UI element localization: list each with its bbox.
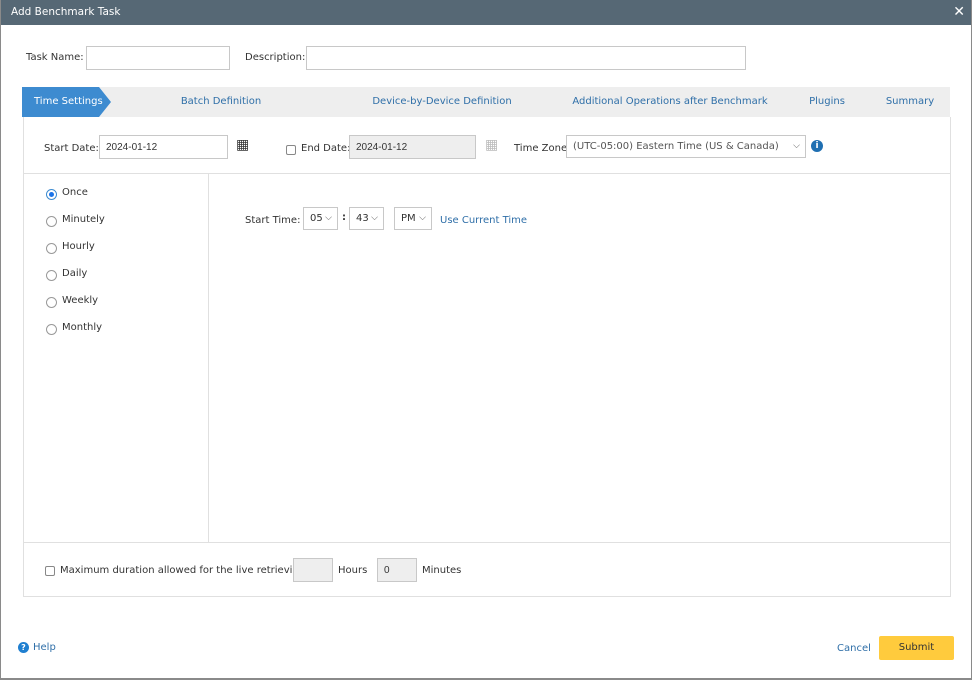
radio-label: Daily (62, 268, 88, 279)
radio-label: Weekly (62, 295, 99, 306)
time-settings-panel: Start Date: ▦ End Date: ▦ Time Zone: (UT… (23, 117, 951, 597)
radio-label: Minutely (62, 214, 105, 225)
cancel-button[interactable]: Cancel (837, 643, 871, 654)
hour-select[interactable]: 05 ⌵ (303, 207, 338, 230)
radio-label: Monthly (62, 322, 103, 333)
divider (24, 173, 950, 174)
radio-hourly[interactable] (46, 243, 57, 254)
radio-daily[interactable] (46, 270, 57, 281)
time-zone-label: Time Zone: (514, 143, 571, 154)
tab-label: Plugins (809, 96, 845, 107)
minute-select[interactable]: 43 ⌵ (349, 207, 384, 230)
end-date-input[interactable] (349, 135, 476, 159)
chevron-down-icon: ⌵ (419, 213, 426, 223)
hour-value: 05 (310, 213, 323, 224)
tab-additional-operations[interactable]: Additional Operations after Benchmark (542, 87, 798, 117)
use-current-time-link[interactable]: Use Current Time (440, 215, 527, 226)
description-input[interactable] (306, 46, 746, 70)
tab-label: Additional Operations after Benchmark (572, 96, 768, 107)
ampm-select[interactable]: PM ⌵ (394, 207, 432, 230)
info-icon[interactable]: i (811, 140, 823, 152)
radio-label: Hourly (62, 241, 95, 252)
close-icon[interactable]: ✕ (953, 0, 965, 25)
tab-summary[interactable]: Summary (856, 87, 950, 117)
tab-label: Device-by-Device Definition (372, 96, 512, 107)
minute-value: 43 (356, 213, 369, 224)
start-date-label: Start Date: (44, 143, 99, 154)
hours-input[interactable] (293, 558, 333, 582)
end-date-label: End Date: (301, 143, 351, 154)
hours-label: Hours (338, 565, 368, 576)
dialog-titlebar: Add Benchmark Task ✕ (1, 0, 971, 25)
radio-weekly[interactable] (46, 297, 57, 308)
chevron-down-icon: ⌵ (793, 141, 800, 151)
chevron-down-icon: ⌵ (325, 213, 332, 223)
dialog-title: Add Benchmark Task (11, 6, 121, 18)
divider (208, 174, 209, 542)
minutes-label: Minutes (422, 565, 462, 576)
tab-label: Batch Definition (180, 96, 262, 107)
radio-minutely[interactable] (46, 216, 57, 227)
submit-button[interactable]: Submit (879, 636, 954, 660)
help-link[interactable]: ? Help (18, 642, 56, 653)
max-duration-checkbox[interactable] (45, 566, 55, 576)
description-label: Description: (245, 52, 306, 63)
max-duration-label: Maximum duration allowed for the live re… (60, 565, 309, 576)
help-icon: ? (18, 642, 29, 653)
radio-once[interactable] (46, 189, 57, 200)
start-time-label: Start Time: (245, 215, 301, 226)
tab-batch-definition[interactable]: Batch Definition (99, 87, 343, 117)
tab-label: Summary (885, 96, 935, 107)
task-name-label: Task Name: (26, 52, 84, 63)
start-date-input[interactable] (99, 135, 228, 159)
tab-device-by-device[interactable]: Device-by-Device Definition (319, 87, 565, 117)
time-separator: : (342, 212, 346, 223)
ampm-value: PM (401, 213, 416, 224)
add-benchmark-dialog: Add Benchmark Task ✕ Task Name: Descript… (1, 0, 971, 678)
time-zone-value: (UTC-05:00) Eastern Time (US & Canada) (573, 141, 779, 152)
calendar-icon-disabled: ▦ (485, 137, 499, 153)
minutes-input[interactable] (377, 558, 417, 582)
end-date-checkbox[interactable] (286, 145, 296, 155)
calendar-icon[interactable]: ▦ (236, 137, 249, 153)
task-name-input[interactable] (86, 46, 230, 70)
chevron-down-icon: ⌵ (371, 213, 378, 223)
help-label: Help (33, 642, 56, 653)
divider (24, 542, 950, 543)
radio-label: Once (62, 187, 88, 198)
radio-monthly[interactable] (46, 324, 57, 335)
tab-label: Time Settings (34, 96, 103, 107)
time-zone-select[interactable]: (UTC-05:00) Eastern Time (US & Canada) ⌵ (566, 135, 806, 158)
